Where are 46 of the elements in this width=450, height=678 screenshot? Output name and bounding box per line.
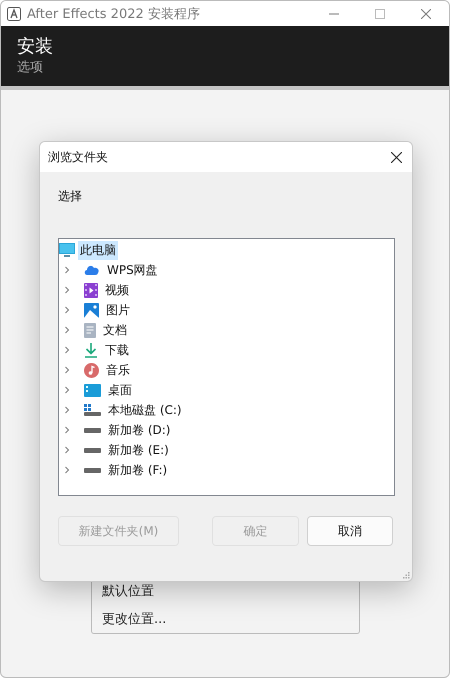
- system-drive-icon: [84, 404, 101, 416]
- resize-grip-icon[interactable]: [403, 572, 410, 579]
- tree-item[interactable]: 此电脑: [78, 240, 118, 260]
- expand-chevron-icon[interactable]: [63, 406, 71, 414]
- drive-icon: [84, 428, 101, 432]
- expand-chevron-icon[interactable]: [63, 306, 71, 314]
- tree-item[interactable]: 新加卷 (F:): [106, 460, 170, 480]
- tree-item[interactable]: 图片: [104, 300, 132, 320]
- image-icon: [84, 302, 99, 318]
- cancel-button[interactable]: 取消: [307, 516, 393, 546]
- expand-chevron-icon[interactable]: [63, 426, 71, 434]
- menu-item[interactable]: 更改位置...: [102, 606, 359, 634]
- drive-icon: [84, 468, 101, 472]
- dialog-title: 浏览文件夹: [48, 148, 108, 166]
- tree-item[interactable]: 下载: [103, 340, 131, 360]
- header-subtitle: 选项: [17, 59, 44, 77]
- window-title: After Effects 2022 安装程序: [27, 6, 200, 22]
- monitor-icon: [59, 242, 75, 258]
- menu-item[interactable]: 默认位置: [102, 578, 359, 606]
- tree-item[interactable]: WPS网盘: [105, 260, 160, 280]
- expand-chevron-icon[interactable]: [63, 386, 71, 394]
- header-title: 安装: [17, 35, 54, 59]
- prompt-text: 选择: [58, 188, 83, 205]
- app-logo-icon: [7, 6, 21, 20]
- tree-item[interactable]: 文档: [101, 320, 129, 340]
- expand-chevron-icon[interactable]: [63, 286, 71, 294]
- expand-chevron-icon[interactable]: [63, 346, 71, 354]
- tree-item[interactable]: 新加卷 (E:): [106, 440, 171, 460]
- expand-chevron-icon[interactable]: [63, 366, 71, 374]
- drive-icon: [84, 448, 101, 452]
- tree-item[interactable]: 本地磁盘 (C:): [106, 400, 184, 420]
- expand-chevron-icon[interactable]: [63, 326, 71, 334]
- tree-item[interactable]: 新加卷 (D:): [106, 420, 172, 440]
- tree-item[interactable]: 视频: [103, 280, 131, 300]
- desktop-icon: [84, 384, 101, 396]
- tree-item[interactable]: 音乐: [104, 360, 132, 380]
- close-icon[interactable]: [391, 152, 402, 162]
- cloud-icon: [84, 264, 100, 276]
- expand-chevron-icon[interactable]: [63, 266, 71, 274]
- music-icon: [84, 362, 99, 378]
- expand-chevron-icon[interactable]: [63, 466, 71, 474]
- expand-chevron-icon[interactable]: [63, 446, 71, 454]
- download-icon: [84, 342, 98, 358]
- document-icon: [84, 322, 96, 338]
- film-icon: [84, 282, 98, 298]
- tree-item[interactable]: 桌面: [106, 380, 134, 400]
